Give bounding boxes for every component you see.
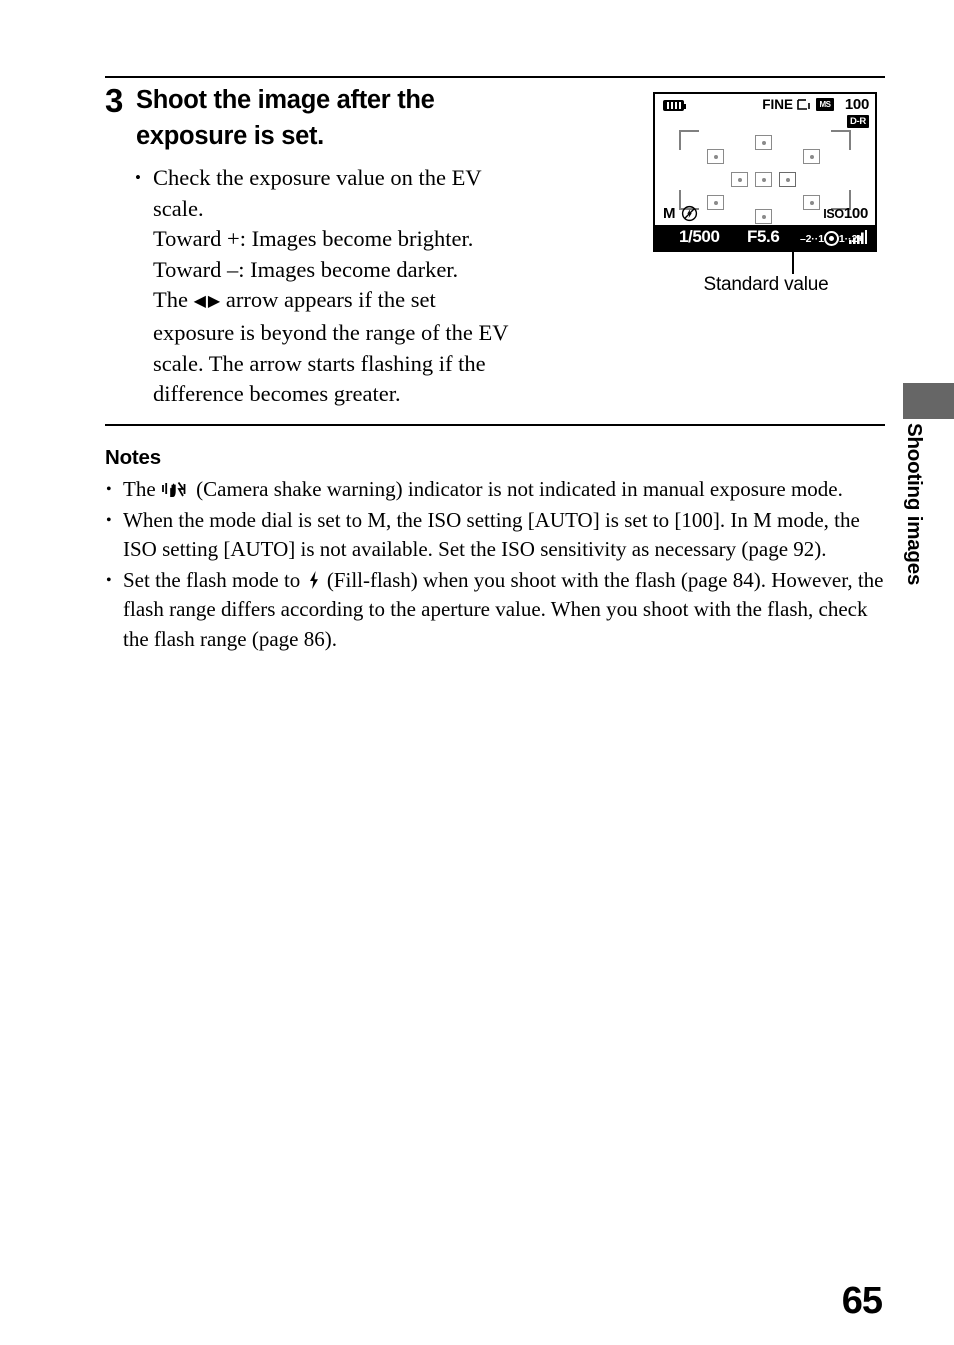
step-bullet-item: Check the exposure value on the EV scale… [131,163,551,410]
bullet-text-line-8: difference becomes greater. [153,381,401,407]
notes-heading: Notes [105,446,161,469]
iso-value: 100 [843,205,868,222]
step-title: Shoot the image after the exposure is se… [136,86,435,150]
af-point [755,172,772,187]
iso-prefix: ISO [823,207,844,221]
manual-page: 3 Shoot the image after the exposure is … [0,0,954,1345]
camera-lcd-screen: FINE MS 100 D-R M ISO100 1/500 F5.6 –2··… [653,92,877,252]
note-item: When the mode dial is set to M, the ISO … [105,506,888,565]
divider-top [105,76,885,78]
exposure-mode-label: M [663,205,676,222]
af-point [755,135,772,150]
image-size-icon [797,99,810,110]
flash-bolt-icon [309,570,318,589]
bullet-text-line-5-pre: The [153,287,188,313]
note-1-pre: The [123,477,156,501]
step-bullet-list: Check the exposure value on the EV scale… [131,163,551,410]
af-frame-corner-top-left [679,130,699,150]
flash-off-icon [681,205,698,222]
shots-remaining-count: 100 [844,96,869,113]
step-heading-block: 3 Shoot the image after the exposure is … [105,82,545,154]
bullet-text-line-4: Toward –: Images become darker. [153,256,459,282]
page-number: 65 [841,1280,883,1322]
battery-icon [663,100,686,111]
divider-notes [105,424,885,426]
bullet-text-line-7: scale. The arrow starts flashing if the [153,350,486,376]
bullet-text-line-6: exposure is beyond the range of the EV [153,319,509,345]
arrow-right-icon: ▶ [207,293,221,311]
aperture-value: F5.6 [747,227,780,246]
camera-lcd-figure: FINE MS 100 D-R M ISO100 1/500 F5.6 –2··… [653,92,879,295]
note-3-pre: Set the flash mode to [123,567,301,592]
arrow-left-icon: ◀ [193,293,206,311]
bullet-text-line-3: Toward +: Images become brighter. [153,226,474,252]
af-point [731,172,748,187]
callout-label-standard-value: Standard value [703,274,829,295]
chapter-tab-marker [903,383,954,419]
lcd-status-bar: 1/500 F5.6 –2··11··2+ [655,225,875,250]
notes-list: The (Camera shake warning) indicator is … [105,475,888,655]
note-item: Set the flash mode to (Fill-flash) when … [105,566,888,655]
af-point [707,149,724,164]
memory-card-icon: MS [816,98,834,111]
af-frame-corner-top-right [831,130,851,150]
chapter-tab-label: Shooting images [903,423,926,586]
lcd-top-status-row: FINE MS 100 D-R [655,94,875,128]
lcd-info-row: M ISO100 [655,204,875,224]
callout-leader-line [792,252,794,274]
camera-shake-warning-icon [162,481,186,497]
bullet-text-line-2: scale. [153,195,204,221]
image-quality-label: FINE [762,97,793,112]
ev-standard-value-indicator [823,231,839,246]
signal-bars-icon [849,230,867,244]
af-point [803,149,820,164]
ev-scale-minus-2: –2 [800,233,812,245]
af-point [779,172,796,187]
shutter-speed-value: 1/500 [679,227,720,246]
note-1-post: (Camera shake warning) indicator is not … [196,477,843,501]
note-item: The (Camera shake warning) indicator is … [105,475,888,505]
af-point-area [655,124,875,224]
iso-label: ISO100 [823,205,868,222]
step-number: 3 [105,82,123,119]
bullet-text-line-5-post: arrow appears if the set [225,287,436,313]
note-2-text: When the mode dial is set to M, the ISO … [123,507,860,562]
bullet-text-line-1: Check the exposure value on the EV [153,165,482,190]
